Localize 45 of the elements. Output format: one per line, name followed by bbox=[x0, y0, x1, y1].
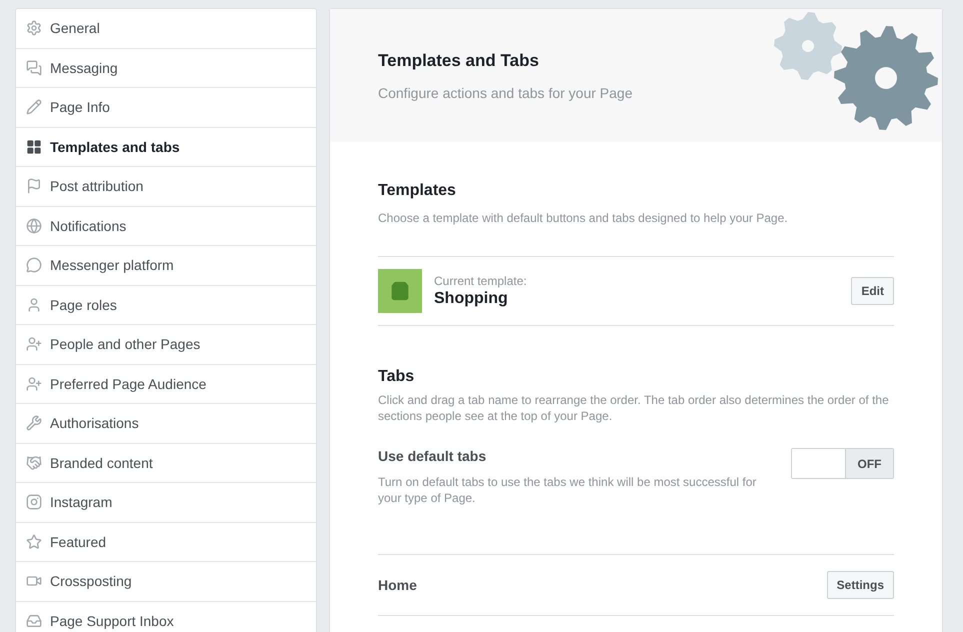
grid-icon bbox=[26, 138, 42, 155]
sidebar-item[interactable]: Featured bbox=[16, 522, 316, 562]
template-name: Shopping bbox=[434, 290, 509, 308]
inbox-icon bbox=[26, 612, 42, 629]
sidebar-item[interactable]: Page Info bbox=[16, 88, 316, 128]
page-subtitle: Configure actions and tabs for your Page bbox=[378, 84, 632, 100]
pencil-icon bbox=[26, 99, 42, 116]
sidebar-item[interactable]: Messenger platform bbox=[16, 246, 316, 286]
flag-icon bbox=[26, 178, 42, 194]
person-icon bbox=[26, 296, 42, 313]
sidebar-item[interactable]: Messaging bbox=[16, 48, 316, 88]
toggle-switch[interactable]: OFF bbox=[791, 448, 894, 479]
section-title: Templates bbox=[378, 182, 457, 200]
wrench-icon bbox=[26, 415, 42, 432]
globe-icon bbox=[26, 218, 42, 234]
gear-icon bbox=[26, 20, 42, 36]
sidebar-item[interactable]: Page roles bbox=[16, 286, 316, 325]
handshake-icon bbox=[26, 454, 42, 471]
sidebar-item[interactable]: Preferred Page Audience bbox=[16, 364, 316, 404]
sidebar-item[interactable]: Authorisations bbox=[16, 404, 316, 444]
sidebar-item[interactable]: Page Support Inbox bbox=[16, 602, 316, 632]
settings-button[interactable]: Settings bbox=[826, 571, 894, 599]
section-description: Choose a template with default buttons and tabs designed to help your Page. bbox=[378, 210, 789, 226]
person-icon bbox=[26, 336, 42, 352]
sidebar-item[interactable]: Post attribution bbox=[16, 167, 316, 206]
page-title: Templates and Tabs bbox=[378, 50, 540, 70]
setting-label: Use default tabs bbox=[378, 448, 488, 464]
section-description: Click and drag a tab name to rearrange the order. The tab order also determines the order of the sections people see at the top of your Page. bbox=[378, 392, 890, 424]
chat-icon bbox=[26, 60, 42, 76]
sidebar-item[interactable]: General bbox=[16, 9, 316, 48]
sidebar-item[interactable]: Notifications bbox=[16, 206, 316, 246]
sidebar-item[interactable]: Instagram bbox=[16, 483, 316, 522]
camera-icon bbox=[26, 494, 42, 510]
person-icon bbox=[26, 376, 42, 392]
tab-name: Home bbox=[378, 577, 417, 593]
star-icon bbox=[26, 534, 42, 550]
sidebar-item[interactable]: Crossposting bbox=[16, 562, 316, 602]
sidebar-item[interactable]: Branded content bbox=[16, 444, 316, 483]
sidebar-item[interactable]: People and other Pages bbox=[16, 325, 316, 364]
section-title: Tabs bbox=[378, 368, 416, 386]
current-template-label: Current template: bbox=[434, 274, 527, 288]
setting-description: Turn on default tabs to use the tabs we think will be most successful for your type of Page. bbox=[378, 474, 758, 506]
sidebar-item[interactable]: Templates and tabs bbox=[16, 128, 316, 167]
chat-bubble-icon bbox=[26, 257, 42, 274]
edit-button[interactable]: Edit bbox=[851, 277, 894, 305]
